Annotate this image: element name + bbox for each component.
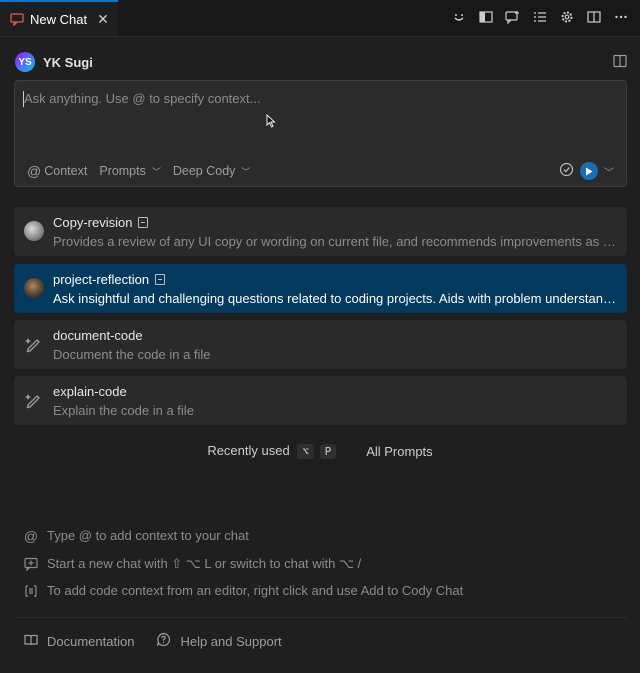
prompt-title-row: document-code bbox=[53, 328, 143, 343]
prompt-author-avatar bbox=[24, 278, 44, 298]
prompt-title-row: explain-code bbox=[53, 384, 127, 399]
tab-new-chat[interactable]: New Chat ✕ bbox=[0, 0, 118, 36]
avatar: YS bbox=[15, 52, 35, 72]
draft-badge-icon bbox=[138, 217, 149, 228]
prompt-links-row: Recently used ⌥ P All Prompts bbox=[0, 443, 640, 459]
check-circle-icon[interactable] bbox=[559, 162, 574, 180]
prompt-title: explain-code bbox=[53, 384, 127, 399]
split-editor-icon[interactable] bbox=[585, 8, 603, 26]
prompt-description: Document the code in a file bbox=[53, 347, 211, 362]
more-icon[interactable] bbox=[612, 8, 630, 26]
send-button[interactable] bbox=[580, 162, 598, 180]
prompts-dropdown[interactable]: Prompts ﹀ bbox=[99, 164, 161, 178]
new-chat-icon[interactable] bbox=[504, 8, 522, 26]
documentation-label: Documentation bbox=[47, 633, 135, 649]
history-list-icon[interactable] bbox=[531, 8, 549, 26]
prompt-title-row: project-reflection bbox=[53, 272, 166, 287]
user-row: YS YK Sugi bbox=[15, 52, 627, 72]
sidebar-toggle-icon[interactable] bbox=[477, 8, 495, 26]
editor-toolbar bbox=[450, 8, 630, 26]
draft-badge-icon bbox=[155, 274, 166, 285]
input-actions: ﹀ bbox=[559, 162, 614, 180]
prompt-title-row: Copy-revision bbox=[53, 215, 149, 230]
chevron-down-icon[interactable]: ﹀ bbox=[604, 164, 614, 179]
mouse-pointer-icon bbox=[266, 114, 276, 128]
chevron-down-icon: ﹀ bbox=[241, 166, 251, 177]
pencil-sparkle-icon bbox=[24, 390, 44, 410]
chat-icon bbox=[10, 12, 24, 26]
pencil-sparkle-icon bbox=[24, 334, 44, 354]
hint-text: Type @ to add context to your chat bbox=[47, 528, 249, 543]
hint-at-context: @ Type @ to add context to your chat bbox=[23, 527, 249, 544]
prompt-title: document-code bbox=[53, 328, 143, 343]
tab-title: New Chat bbox=[30, 11, 88, 27]
shortcut-key: ⌥ bbox=[297, 444, 314, 459]
context-button[interactable]: @ Context bbox=[27, 163, 87, 179]
prompt-description: Ask insightful and challenging questions… bbox=[53, 291, 618, 306]
tab-bar: New Chat ✕ bbox=[0, 0, 640, 37]
footer: Documentation Help and Support bbox=[24, 632, 282, 650]
prompt-card-document-code[interactable]: document-code Document the code in a fil… bbox=[14, 320, 627, 369]
prompt-description: Explain the code in a file bbox=[53, 403, 194, 418]
help-support-label: Help and Support bbox=[180, 633, 282, 649]
documentation-link[interactable]: Documentation bbox=[24, 632, 134, 650]
prompt-description: Provides a review of any UI copy or word… bbox=[53, 234, 618, 249]
recently-used-label: Recently used bbox=[207, 443, 290, 458]
play-icon bbox=[586, 167, 593, 175]
shortcut-key: P bbox=[319, 444, 337, 459]
prompts-label: Prompts bbox=[99, 164, 146, 178]
at-icon: @ bbox=[23, 527, 39, 544]
hint-new-chat: Start a new chat with ⇧ ⌥ L or switch to… bbox=[24, 556, 361, 572]
help-support-link[interactable]: Help and Support bbox=[156, 632, 282, 650]
new-chat-icon bbox=[24, 557, 38, 571]
gear-icon[interactable] bbox=[558, 8, 576, 26]
prompt-card-explain-code[interactable]: explain-code Explain the code in a file bbox=[14, 376, 627, 425]
split-panel-icon[interactable] bbox=[613, 54, 627, 68]
at-icon: @ bbox=[27, 163, 42, 179]
context-label: Context bbox=[44, 164, 88, 178]
prompt-card-copy-revision[interactable]: Copy-revision Provides a review of any U… bbox=[14, 207, 627, 256]
model-dropdown[interactable]: Deep Cody ﹀ bbox=[173, 164, 251, 178]
all-prompts-link[interactable]: All Prompts bbox=[366, 444, 432, 459]
model-label: Deep Cody bbox=[172, 164, 236, 178]
chat-input-box[interactable]: Ask anything. Use @ to specify context..… bbox=[14, 80, 627, 187]
hint-text: To add code context from an editor, righ… bbox=[47, 583, 464, 598]
code-context-icon bbox=[24, 584, 38, 598]
divider bbox=[14, 617, 627, 618]
prompt-title: project-reflection bbox=[53, 272, 150, 287]
chat-input-placeholder[interactable]: Ask anything. Use @ to specify context..… bbox=[24, 91, 260, 106]
help-chat-icon bbox=[156, 632, 171, 650]
close-icon[interactable]: ✕ bbox=[97, 11, 109, 28]
prompt-title: Copy-revision bbox=[53, 215, 133, 230]
smiley-icon[interactable] bbox=[450, 8, 468, 26]
recently-used-link[interactable]: Recently used ⌥ P bbox=[207, 443, 337, 459]
prompt-author-avatar bbox=[24, 221, 44, 241]
input-toolbar: @ Context Prompts ﹀ Deep Cody ﹀ bbox=[27, 163, 250, 179]
book-icon bbox=[24, 633, 38, 650]
hint-code-context: To add code context from an editor, righ… bbox=[24, 583, 463, 598]
prompt-card-project-reflection[interactable]: project-reflection Ask insightful and ch… bbox=[14, 264, 627, 313]
chevron-down-icon: ﹀ bbox=[151, 166, 161, 177]
hint-text: Start a new chat with ⇧ ⌥ L or switch to… bbox=[47, 556, 362, 571]
user-name: YK Sugi bbox=[43, 54, 93, 70]
